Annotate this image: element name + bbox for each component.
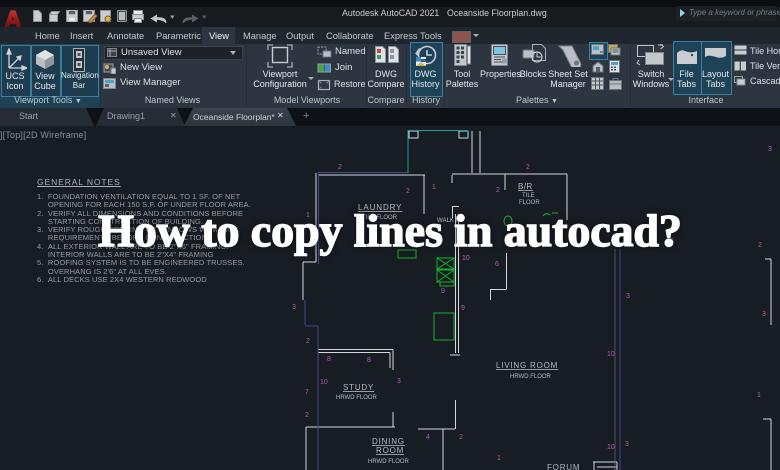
svg-text:3: 3 [292, 304, 296, 311]
svg-text:2: 2 [338, 164, 342, 171]
svg-text:2: 2 [526, 164, 530, 171]
svg-text:10: 10 [607, 444, 615, 451]
svg-text:4: 4 [426, 434, 430, 441]
svg-text:2: 2 [305, 412, 309, 419]
svg-text:TILE: TILE [522, 193, 535, 199]
svg-text:1: 1 [757, 392, 761, 399]
svg-text:2: 2 [459, 434, 463, 441]
svg-text:2: 2 [496, 187, 500, 194]
svg-text:3: 3 [626, 293, 630, 300]
svg-text:HRWD FLOOR: HRWD FLOOR [368, 459, 410, 465]
svg-text:B/R: B/R [518, 182, 533, 191]
svg-text:8: 8 [327, 356, 331, 363]
svg-text:3: 3 [762, 311, 766, 318]
svg-text:3: 3 [625, 441, 629, 448]
svg-text:1: 1 [497, 455, 501, 462]
svg-text:3: 3 [768, 146, 772, 153]
svg-text:1: 1 [432, 184, 436, 191]
svg-text:FORUM: FORUM [547, 463, 580, 470]
svg-text:STUDY: STUDY [343, 383, 374, 392]
svg-text:DINING: DINING [372, 437, 405, 446]
svg-text:6: 6 [495, 261, 499, 268]
svg-text:8: 8 [367, 357, 371, 364]
svg-text:HRWD FLOOR: HRWD FLOOR [510, 374, 552, 380]
svg-text:10: 10 [320, 379, 328, 386]
svg-text:10: 10 [607, 351, 615, 358]
svg-text:3: 3 [397, 378, 401, 385]
svg-text:LIVING ROOM: LIVING ROOM [496, 361, 558, 370]
svg-text:ROOM: ROOM [376, 446, 404, 455]
svg-text:HRWD FLOOR: HRWD FLOOR [336, 395, 378, 401]
svg-text:9: 9 [461, 305, 465, 312]
svg-text:2: 2 [306, 338, 310, 345]
svg-text:7: 7 [305, 389, 309, 396]
svg-text:2: 2 [406, 188, 410, 195]
svg-text:9: 9 [441, 288, 445, 295]
